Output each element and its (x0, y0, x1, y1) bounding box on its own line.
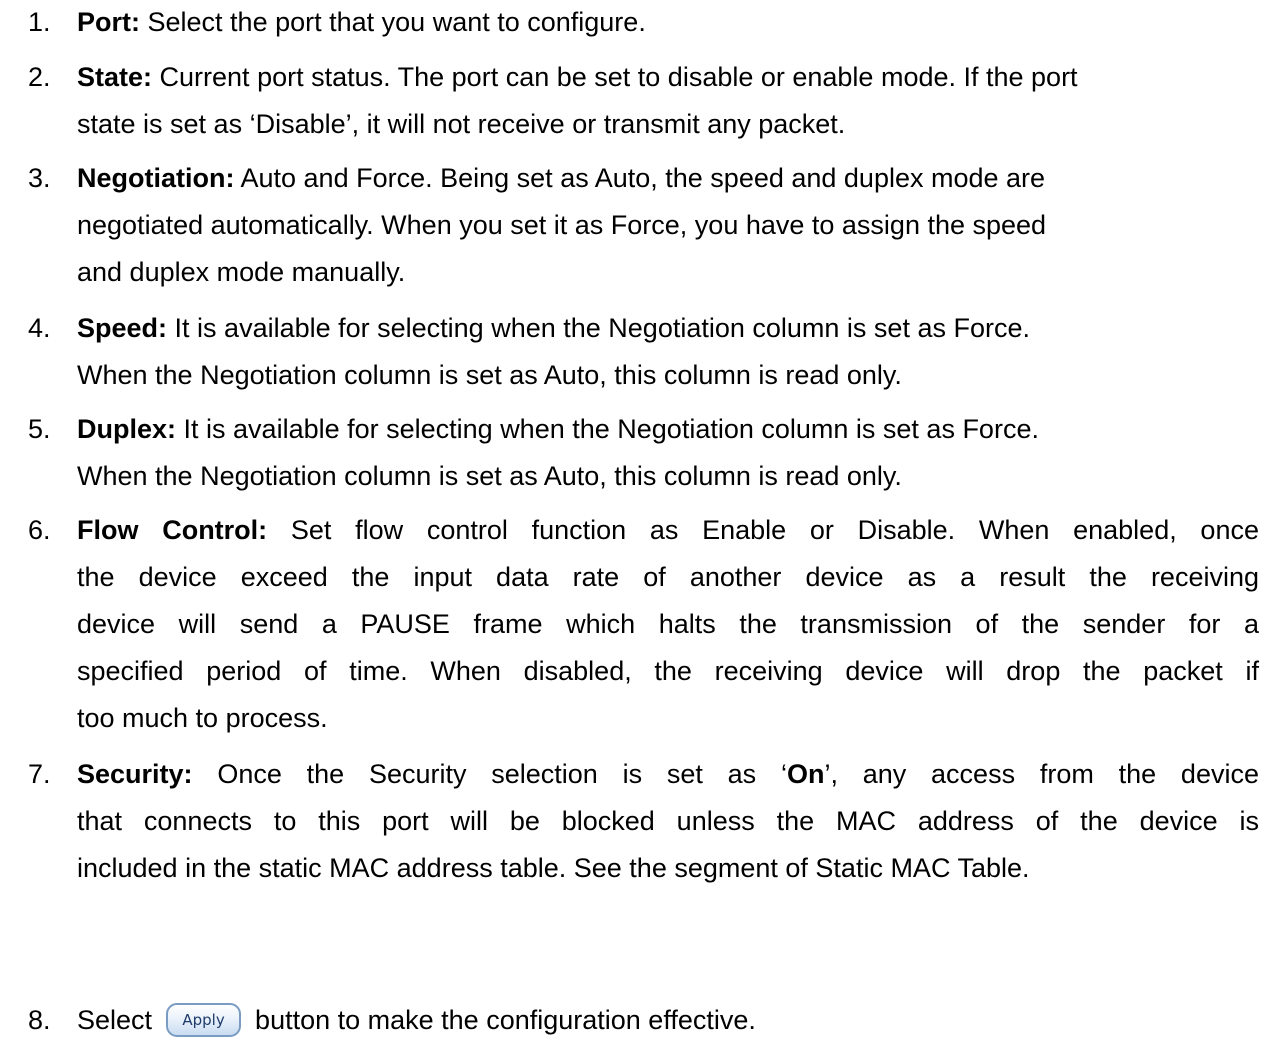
description-line: too much to process. (77, 703, 328, 733)
term-speed: Speed: (77, 313, 168, 343)
description-line: It is available for selecting when the N… (174, 313, 1030, 343)
description-text: Once the Security selection is set as ‘ (217, 759, 787, 789)
description-line: When the Negotiation column is set as Au… (77, 360, 902, 390)
description-line: device will send a PAUSE frame which hal… (77, 609, 1259, 639)
item-number: 2. (28, 62, 51, 92)
description-line: negotiated automatically. When you set i… (77, 210, 1047, 240)
term-security: Security: (77, 759, 193, 789)
item-number: 3. (28, 163, 51, 193)
term-duplex: Duplex: (77, 414, 177, 444)
description-line: When the Negotiation column is set as Au… (77, 461, 902, 491)
description-line: Set flow control function as Enable or D… (290, 515, 1259, 545)
description-line: that connects to this port will be block… (77, 806, 1259, 836)
description-line: included in the static MAC address table… (77, 853, 1030, 883)
item-number: 1. (28, 7, 51, 37)
item-number: 7. (28, 759, 51, 789)
item-number: 4. (28, 313, 51, 343)
item-number: 8. (28, 1005, 51, 1035)
term-state: State: (77, 62, 153, 92)
description-line: specified period of time. When disabled,… (77, 656, 1259, 686)
description-line: Select the port that you want to configu… (147, 7, 646, 37)
term-negotiation: Negotiation: (77, 163, 235, 193)
select-text: Select (77, 1005, 153, 1035)
description-line: the device exceed the input data rate of… (77, 562, 1259, 592)
description-text: button to make the configuration effecti… (255, 1005, 756, 1035)
apply-button[interactable]: Apply (166, 1002, 242, 1037)
description-line: It is available for selecting when the N… (183, 414, 1039, 444)
term-flow-control: Flow Control: (77, 515, 268, 545)
description-line: Current port status. The port can be set… (159, 62, 1078, 92)
description-text: ’, any access from the device (824, 759, 1259, 789)
on-value: On (786, 759, 825, 789)
description-line: state is set as ‘Disable’, it will not r… (77, 109, 846, 139)
description-line: Auto and Force. Being set as Auto, the s… (240, 163, 1046, 193)
term-port: Port: (77, 7, 140, 37)
item-number: 6. (28, 515, 51, 545)
description-line: and duplex mode manually. (77, 257, 406, 287)
item-number: 5. (28, 414, 51, 444)
